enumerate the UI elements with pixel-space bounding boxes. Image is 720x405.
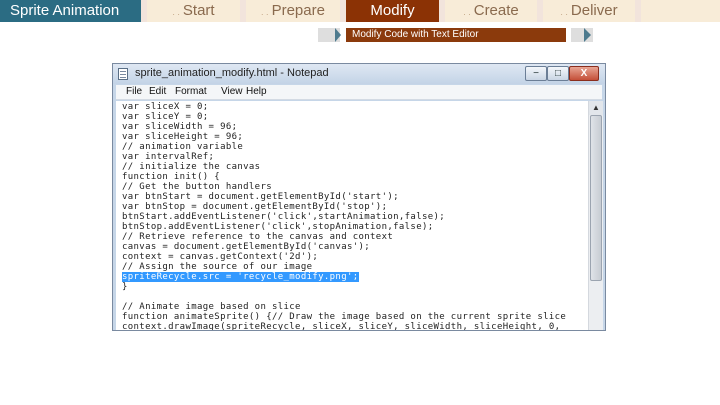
code-line: context.drawImage(spriteRecycle, sliceX,… xyxy=(122,322,561,330)
vertical-scrollbar[interactable]: ▲ xyxy=(588,101,603,330)
tab-modify[interactable]: Modify xyxy=(346,0,439,22)
tab-marker: . . xyxy=(560,7,568,17)
code-line: function animateSprite() {// Draw the im… xyxy=(122,312,567,322)
maximize-button[interactable]: □ xyxy=(547,66,569,81)
selected-code-line: spriteRecycle.src = 'recycle_modify.png'… xyxy=(122,272,359,282)
tab-prepare-label: Prepare xyxy=(271,2,325,19)
tab-start-label: Start xyxy=(182,2,215,19)
tab-deliver-label: Deliver xyxy=(570,2,618,19)
next-step-arrow-icon[interactable] xyxy=(571,28,593,42)
nav-filler xyxy=(641,0,720,22)
tab-marker: . . xyxy=(261,7,269,17)
code-line: var sliceY = 0; xyxy=(122,112,209,122)
notepad-icon xyxy=(118,68,128,80)
code-line: var sliceWidth = 96; xyxy=(122,122,238,132)
scroll-up-arrow-icon[interactable]: ▲ xyxy=(589,101,603,115)
window-title: sprite_animation_modify.html - Notepad xyxy=(135,67,329,79)
code-line: // Animate image based on slice xyxy=(122,302,301,312)
top-navigation-bar: Sprite Animation . . Start . . Prepare Mod… xyxy=(0,0,720,22)
presentation-title: Sprite Animation xyxy=(0,0,141,22)
code-line: // Assign the source of our image xyxy=(122,262,313,272)
previous-step-arrow-icon[interactable] xyxy=(318,28,341,42)
menu-edit[interactable]: Edit xyxy=(149,86,166,97)
tab-create[interactable]: . . Create xyxy=(445,0,537,22)
code-line: var btnStop = document.getElementById('s… xyxy=(122,202,388,212)
code-line: btnStart.addEventListener('click',startA… xyxy=(122,212,446,222)
code-line: } xyxy=(122,282,128,292)
menu-bar: File Edit Format View Help xyxy=(116,85,602,100)
code-line: // Retrieve reference to the canvas and … xyxy=(122,232,394,242)
tab-start[interactable]: . . Start xyxy=(147,0,240,22)
menu-view[interactable]: View xyxy=(221,86,243,97)
code-line: var btnStart = document.getElementById('… xyxy=(122,192,399,202)
substep-label: Modify Code with Text Editor xyxy=(346,28,566,42)
close-button[interactable]: X xyxy=(569,66,599,81)
code-line: canvas = document.getElementById('canvas… xyxy=(122,242,371,252)
tab-create-label: Create xyxy=(473,2,519,19)
code-line: // Get the button handlers xyxy=(122,182,272,192)
code-line: function init() { xyxy=(122,172,221,182)
code-line: // initialize the canvas xyxy=(122,162,261,172)
menu-help[interactable]: Help xyxy=(246,86,267,97)
scrollbar-thumb[interactable] xyxy=(590,115,602,281)
tab-marker: . . xyxy=(172,7,180,17)
tab-marker: . . xyxy=(463,7,471,17)
code-line: var intervalRef; xyxy=(122,152,215,162)
code-line: var sliceHeight = 96; xyxy=(122,132,244,142)
code-line: context = canvas.getContext('2d'); xyxy=(122,252,319,262)
tab-deliver[interactable]: . . Deliver xyxy=(543,0,635,22)
code-line: var sliceX = 0; xyxy=(122,102,209,112)
tab-modify-label: Modify xyxy=(370,2,415,19)
menu-format[interactable]: Format xyxy=(175,86,207,97)
text-editor-area[interactable]: var sliceX = 0; var sliceY = 0; var sliceW… xyxy=(116,101,588,330)
minimize-button[interactable]: − xyxy=(525,66,547,81)
menu-file[interactable]: File xyxy=(126,86,142,97)
code-line: // animation variable xyxy=(122,142,244,152)
notepad-window: sprite_animation_modify.html - Notepad −… xyxy=(112,63,606,331)
tab-prepare[interactable]: . . Prepare xyxy=(246,0,340,22)
window-titlebar[interactable]: sprite_animation_modify.html - Notepad −… xyxy=(113,64,605,84)
code-line: btnStop.addEventListener('click',stopAni… xyxy=(122,222,434,232)
